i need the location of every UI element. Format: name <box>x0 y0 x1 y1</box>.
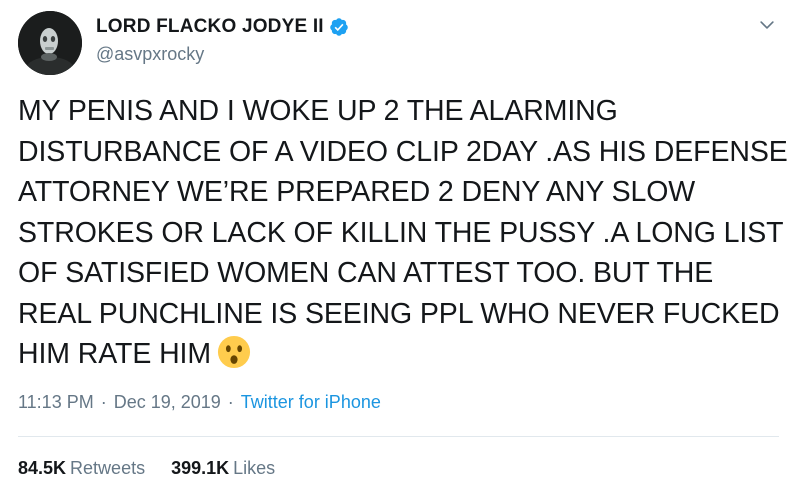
meta-separator: · <box>227 392 234 412</box>
author-handle[interactable]: @asvpxrocky <box>96 44 204 65</box>
tweet-text-content: MY PENIS AND I WOKE UP 2 THE ALARMING DI… <box>18 95 788 370</box>
hushed-face-icon <box>217 335 251 369</box>
likes-count: 399.1K <box>171 458 230 478</box>
retweets-count: 84.5K <box>18 458 67 478</box>
tweet-card: LORD FLACKO JODYE II @asvpxrocky MY PENI… <box>0 0 799 500</box>
avatar-image <box>18 11 82 75</box>
avatar[interactable] <box>18 11 82 75</box>
tweet-meta: 11:13 PM · Dec 19, 2019 · Twitter for iPhone <box>18 392 381 413</box>
tweet-stats: 84.5K Retweets 399.1K Likes <box>18 458 301 479</box>
tweet-time[interactable]: 11:13 PM <box>18 392 94 412</box>
author-name-row: LORD FLACKO JODYE II <box>96 16 349 38</box>
retweets-stat[interactable]: 84.5K Retweets <box>18 458 145 479</box>
likes-label: Likes <box>233 458 276 478</box>
chevron-down-icon[interactable] <box>757 15 777 35</box>
likes-stat[interactable]: 399.1K Likes <box>171 458 275 479</box>
display-name[interactable]: LORD FLACKO JODYE II <box>96 16 324 38</box>
verified-badge-icon <box>330 18 348 36</box>
tweet-date[interactable]: Dec 19, 2019 <box>114 392 221 412</box>
tweet-source-link[interactable]: Twitter for iPhone <box>241 392 381 412</box>
divider <box>18 436 779 437</box>
tweet-text: MY PENIS AND I WOKE UP 2 THE ALARMING DI… <box>18 91 788 375</box>
meta-separator: · <box>100 392 107 412</box>
retweets-label: Retweets <box>70 458 146 478</box>
